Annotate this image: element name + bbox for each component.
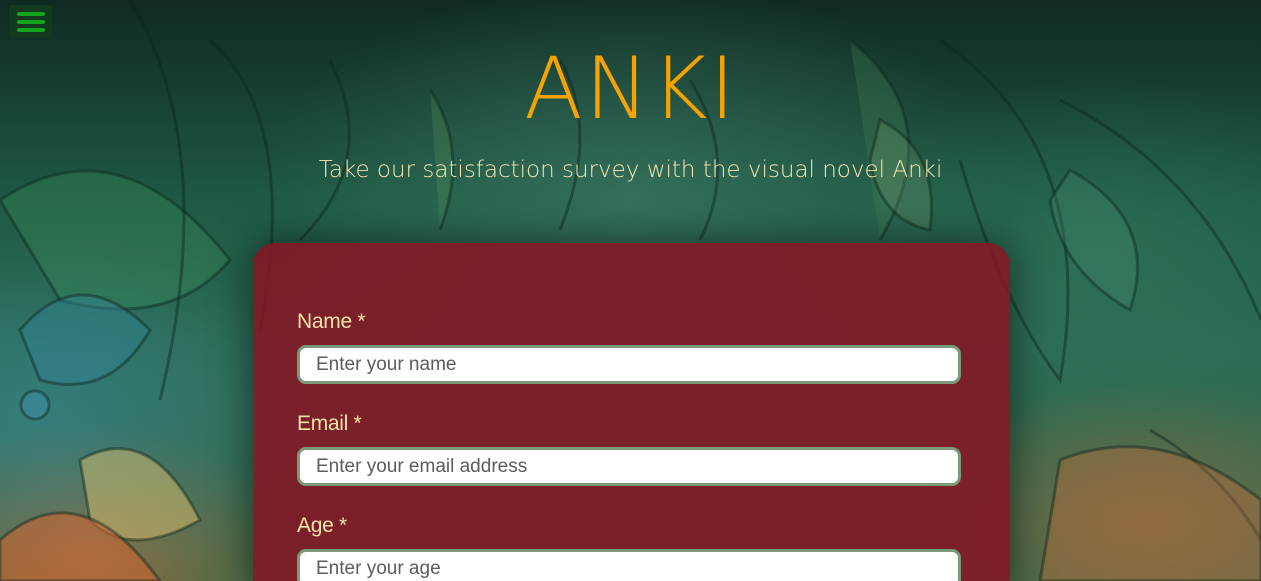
name-input[interactable] <box>297 345 961 384</box>
age-input[interactable] <box>297 549 961 581</box>
name-label: Name * <box>297 310 366 333</box>
survey-form: Name * Email * Age * <box>253 243 1010 581</box>
age-label: Age * <box>297 514 347 537</box>
hamburger-menu-icon <box>16 11 45 16</box>
hamburger-menu-icon-bar <box>16 19 45 24</box>
page-title: ANKI <box>524 39 737 139</box>
hamburger-menu-icon-bar <box>16 27 45 32</box>
menu-button[interactable] <box>9 5 52 38</box>
page-subtitle: Take our satisfaction survey with the vi… <box>318 157 943 183</box>
email-label: Email * <box>297 412 362 435</box>
email-input[interactable] <box>297 447 961 486</box>
